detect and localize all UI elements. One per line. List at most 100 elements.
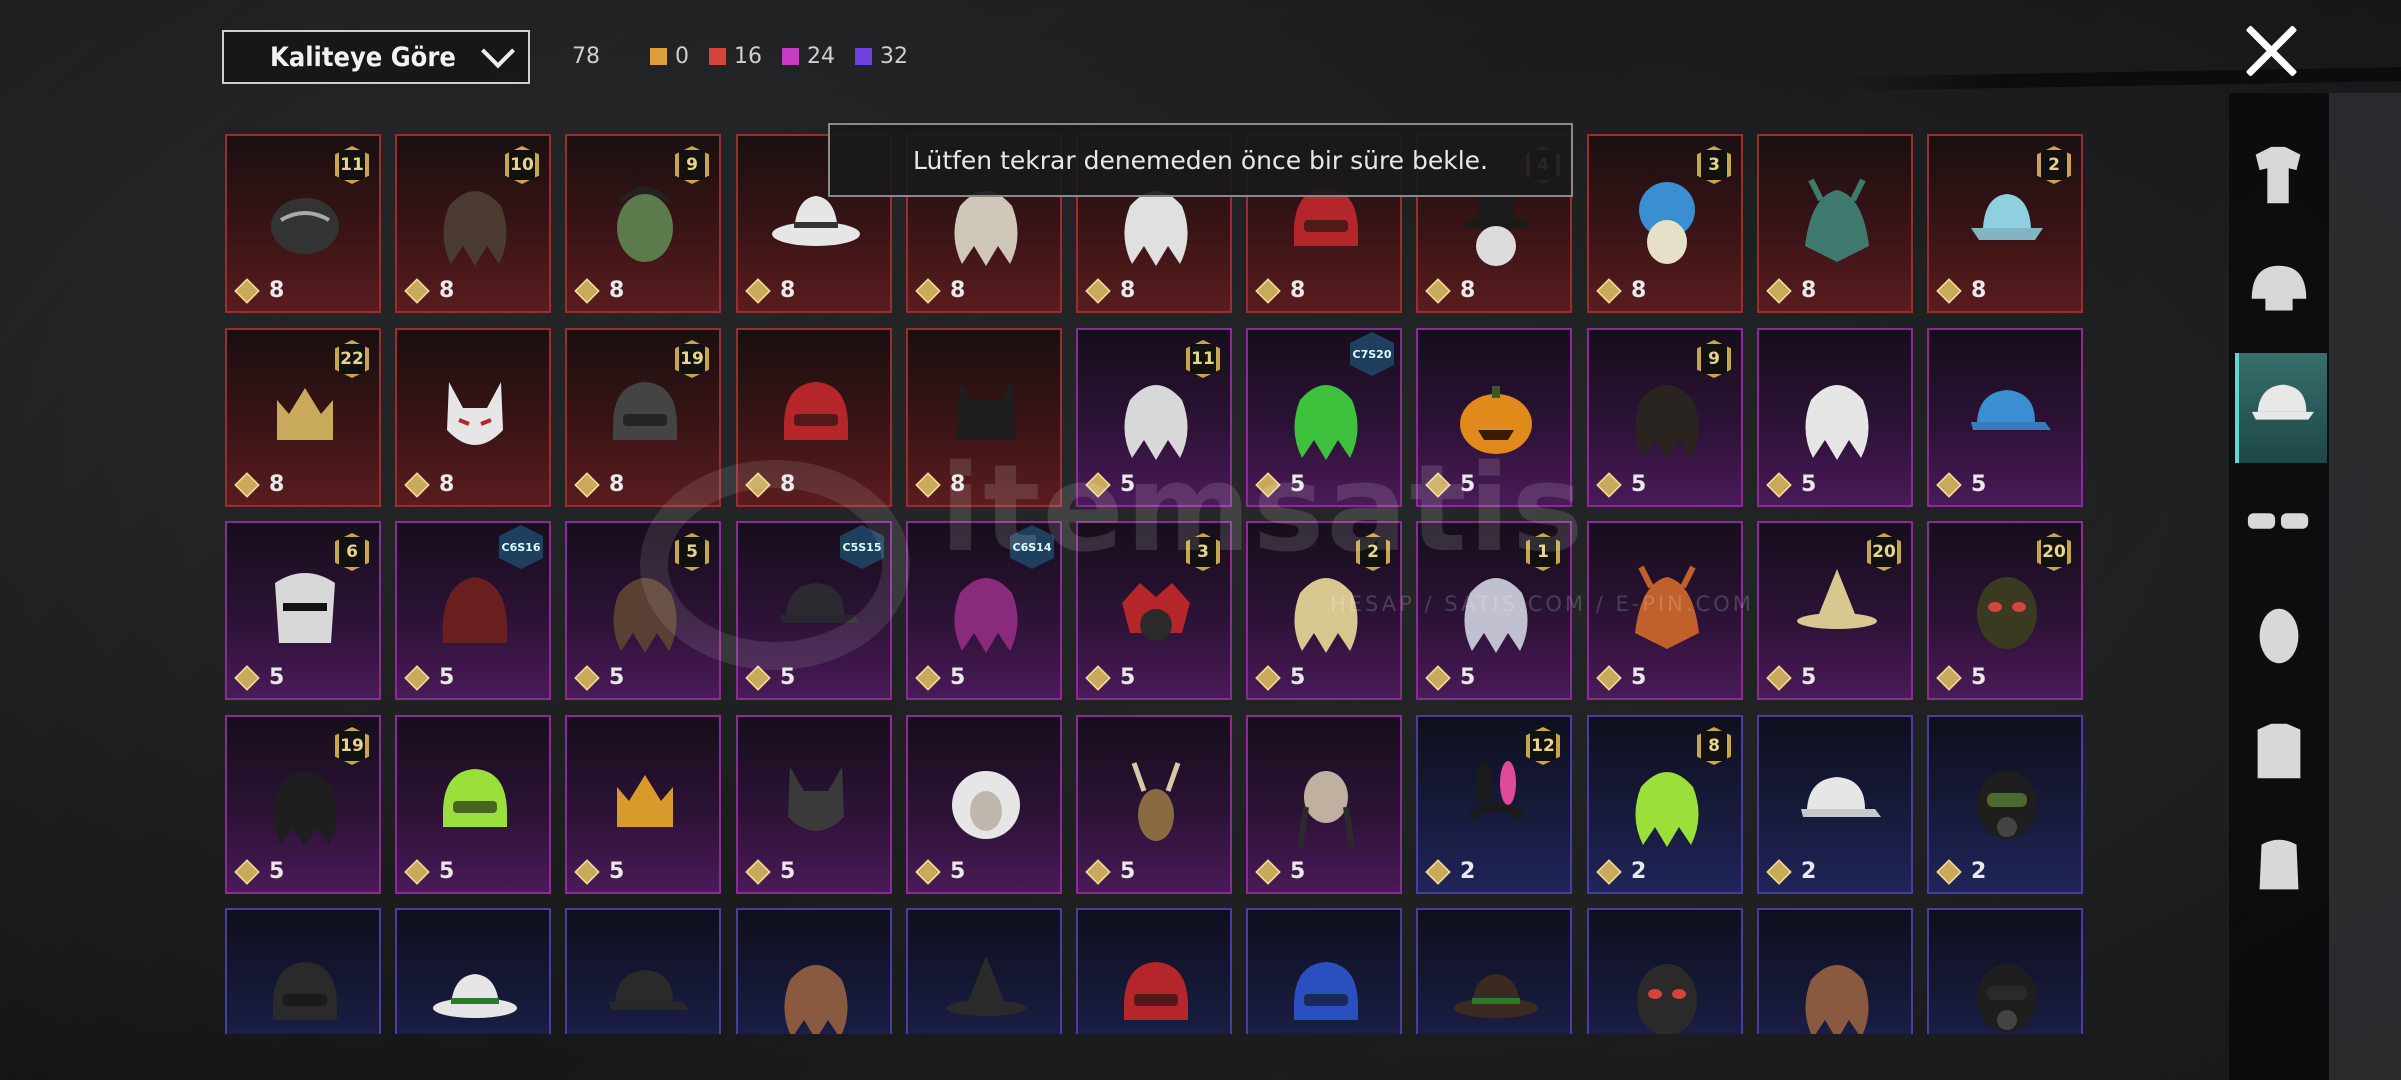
item-card[interactable] [1927,908,2083,1034]
item-card[interactable]: 5 [1416,328,1572,507]
item-card[interactable] [1757,908,1913,1034]
item-card[interactable]: 20 5 [1927,521,2083,700]
item-card[interactable] [225,908,381,1034]
category-tab[interactable] [2235,468,2323,578]
item-card[interactable]: 82 [1587,715,1743,894]
close-icon[interactable] [2240,20,2304,84]
item-card[interactable]: 8 [736,328,892,507]
item-card[interactable]: 20 5 [1757,521,1913,700]
price-value: 8 [269,278,285,303]
price-value: 5 [1120,859,1136,884]
coin-icon [234,664,260,691]
item-card[interactable]: 5 [565,715,721,894]
item-price: 8 [1596,277,1646,304]
cat-mask-icon [770,757,862,849]
item-card[interactable]: 8 [1757,134,1913,313]
hair-icon [940,563,1032,655]
item-card[interactable]: C7S20 5 [1246,328,1402,507]
item-card[interactable] [1076,908,1232,1034]
item-card[interactable]: 5 [906,715,1062,894]
item-card[interactable] [1587,908,1743,1034]
hair-icon [1280,370,1372,462]
item-card[interactable]: 5 [1246,715,1402,894]
sort-dropdown[interactable]: Kaliteye Göre [222,30,530,84]
item-card[interactable]: 12 2 [1416,715,1572,894]
item-card[interactable]: 5 [1587,521,1743,700]
item-grid: 1181089888884838828228819888115C7S205595… [225,134,2083,1034]
item-card[interactable]: 19 5 [225,715,381,894]
item-card[interactable]: 5 [1927,328,2083,507]
item-card[interactable] [906,908,1062,1034]
item-card[interactable]: 8 [906,328,1062,507]
price-value: 5 [1290,472,1306,497]
item-card[interactable]: C6S16 5 [395,521,551,700]
item-card[interactable]: 11 8 [225,134,381,313]
item-card[interactable]: 65 [225,521,381,700]
coin-icon [1936,471,1962,498]
item-card[interactable] [565,908,721,1034]
item-card[interactable]: 2 [1927,715,2083,894]
deer-icon [1110,757,1202,849]
item-card[interactable]: 5 [1757,328,1913,507]
price-value: 8 [269,472,285,497]
price-value: 8 [439,278,455,303]
category-tab[interactable] [2235,698,2323,808]
item-card[interactable]: 15 [1416,521,1572,700]
item-card[interactable]: 98 [565,134,721,313]
category-tab[interactable] [2235,238,2323,348]
category-tab[interactable] [2235,123,2323,233]
item-card[interactable]: 35 [1076,521,1232,700]
crown-icon [599,757,691,849]
cap-icon [770,563,862,655]
item-price: 8 [574,277,625,304]
item-card[interactable]: 95 [1587,328,1743,507]
crown-icon [259,370,351,462]
item-card[interactable]: 11 5 [1076,328,1232,507]
item-price: 5 [1085,664,1135,691]
item-card[interactable]: 5 [1076,715,1232,894]
item-card[interactable]: 5 [395,715,551,894]
item-price: 5 [1766,471,1816,498]
item-price: 8 [915,471,965,498]
coin-icon [234,471,260,498]
item-card[interactable]: 19 8 [565,328,721,507]
cap-icon [599,950,691,1034]
dragon-icon [1791,176,1883,268]
item-card[interactable]: 25 [1246,521,1402,700]
coin-icon [1596,664,1622,691]
coin-icon [404,858,430,885]
category-tab[interactable] [2235,583,2323,693]
item-card[interactable] [1246,908,1402,1034]
item-card[interactable]: 28 [1927,134,2083,313]
coin-icon [915,664,941,691]
item-card[interactable]: 10 8 [395,134,551,313]
price-value: 8 [609,472,625,497]
item-card[interactable] [736,908,892,1034]
price-value: 5 [439,859,455,884]
cap-icon [1961,370,2053,462]
item-price: 5 [1085,858,1136,885]
item-card[interactable]: 38 [1587,134,1743,313]
coin-icon [1425,664,1451,691]
category-tab[interactable] [2235,353,2327,463]
item-card[interactable]: 8 [395,328,551,507]
item-card[interactable]: 22 8 [225,328,381,507]
item-card[interactable]: C5S15 5 [736,521,892,700]
item-card[interactable]: 55 [565,521,721,700]
price-value: 8 [609,278,625,303]
item-card[interactable] [395,908,551,1034]
item-card[interactable]: 5 [736,715,892,894]
cap-icon [2248,371,2318,445]
category-tab[interactable] [2235,813,2323,923]
item-card[interactable]: 2 [1757,715,1913,894]
item-price: 5 [1425,664,1475,691]
item-price: 8 [234,471,285,498]
coin-icon [1255,858,1281,885]
fox-mask-icon [429,370,521,462]
item-card[interactable] [1416,908,1572,1034]
coin-icon [915,471,941,498]
item-card[interactable]: C6S14 5 [906,521,1062,700]
helmet-icon [2244,256,2314,330]
item-price: 5 [915,858,965,885]
coin-icon [1596,858,1622,885]
